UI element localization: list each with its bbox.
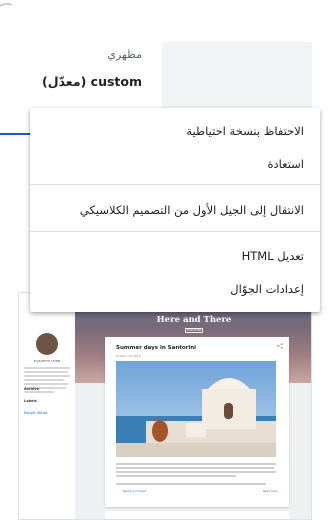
avatar <box>36 333 58 355</box>
preview-post-card: Summer days in Santorini October 19, 201… <box>105 337 289 507</box>
theme-options-menu: الاحتفاظ بنسخة احتياطية استعادة الانتقال… <box>30 108 320 312</box>
preview-read-more: Read more <box>262 489 278 493</box>
preview-author-name: ELIZABETH HOME <box>33 359 61 363</box>
preview-post-date: October 19, 2016 <box>116 354 141 358</box>
theme-name: custom (معدّل) <box>42 74 142 89</box>
menu-item-revert-classic[interactable]: الانتقال إلى الجيل الأول من التصميم الكل… <box>30 195 320 225</box>
partial-icon <box>0 3 13 7</box>
theme-label: مظهري <box>107 48 142 61</box>
menu-divider <box>30 231 320 232</box>
preview-post-photo <box>116 361 276 457</box>
menu-item-backup[interactable]: الاحتفاظ بنسخة احتياطية <box>30 116 320 146</box>
blog-preview[interactable]: ELIZABETH HOME Archive Labels Report Abu… <box>18 292 312 520</box>
preview-sidebar: ELIZABETH HOME Archive Labels Report Abu… <box>19 293 75 519</box>
menu-item-restore[interactable]: استعادة <box>30 149 320 179</box>
preview-next-post <box>105 511 289 519</box>
preview-labels-link: Labels <box>24 399 37 403</box>
menu-divider <box>30 184 320 185</box>
share-icon <box>277 343 283 349</box>
preview-archive-link: Archive <box>24 387 39 391</box>
preview-subscribe-button: SUBSCRIBE <box>185 328 203 333</box>
preview-comment-link: Post a Comment <box>123 489 147 493</box>
preview-post-title: Summer days in Santorini <box>116 345 197 351</box>
preview-blog-title: Here and There <box>156 315 232 325</box>
preview-report-link: Report Abuse <box>24 411 48 415</box>
menu-item-edit-html[interactable]: تعديل HTML <box>30 241 320 271</box>
menu-item-mobile-settings[interactable]: إعدادات الجوّال <box>30 274 320 304</box>
